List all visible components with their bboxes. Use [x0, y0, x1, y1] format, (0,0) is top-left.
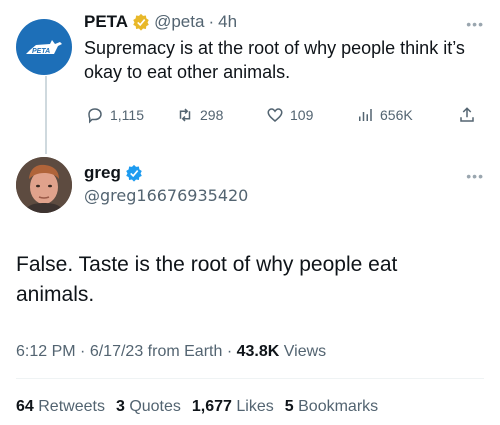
meta-separator: ·	[80, 343, 86, 360]
main-author-name-row: greg	[84, 162, 248, 184]
more-options-icon[interactable]: •••	[466, 16, 484, 32]
peta-logo-icon: PETA	[26, 40, 62, 55]
tweet-meta: 6:12 PM · 6/17/23 from Earth · 43.8K Vie…	[16, 343, 326, 361]
main-author-name[interactable]: greg	[84, 163, 121, 183]
peta-logo-text: PETA	[32, 48, 50, 55]
likes-label: Likes	[236, 398, 274, 415]
retweets-stat[interactable]: 64 Retweets	[16, 398, 105, 416]
main-more-options-icon[interactable]: •••	[466, 168, 484, 184]
peta-avatar[interactable]: PETA	[16, 19, 72, 75]
heart-icon	[267, 108, 283, 122]
bookmarks-stat[interactable]: 5 Bookmarks	[285, 398, 378, 416]
thread-connector-line	[45, 76, 47, 154]
views-button[interactable]: 656K	[356, 104, 413, 126]
tweet-date[interactable]: 6/17/23	[90, 343, 143, 360]
views-label: Views	[283, 343, 327, 360]
retweet-button[interactable]: 298	[176, 104, 223, 126]
header-separator: ·	[208, 12, 215, 31]
profile-photo-icon	[16, 157, 72, 213]
tweet-location: from Earth	[147, 343, 223, 360]
share-icon	[460, 107, 474, 122]
parent-tweet-header: PETA @peta · 4h	[84, 10, 484, 34]
quotes-count: 3	[115, 398, 125, 415]
main-tweet-text: False. Taste is the root of why people e…	[16, 253, 398, 306]
views-count: 43.8K	[236, 343, 280, 360]
divider	[16, 378, 484, 379]
parent-tweet-text: Supremacy is at the root of why people t…	[84, 38, 465, 82]
bookmarks-label: Bookmarks	[298, 398, 379, 415]
reply-count: 1,115	[110, 107, 144, 123]
blue-verified-badge-icon	[126, 164, 142, 182]
retweets-label: Retweets	[38, 398, 105, 415]
like-count: 109	[290, 107, 314, 123]
main-author-handle[interactable]: @greg16676935420	[84, 186, 248, 205]
main-tweet-author: greg @greg16676935420	[84, 162, 248, 205]
view-count: 656K	[380, 107, 413, 123]
parent-author-name[interactable]: PETA	[84, 12, 128, 32]
meta-separator: ·	[226, 343, 233, 360]
quotes-stat[interactable]: 3 Quotes	[116, 398, 181, 416]
parent-tweet-actions: 1,115 298 109 656K	[86, 104, 482, 126]
reply-button[interactable]: 1,115	[86, 104, 144, 126]
greg-avatar[interactable]	[16, 157, 72, 213]
parent-tweet: PETA @peta · 4h ••• Supremacy is at the …	[84, 10, 484, 84]
reply-icon	[88, 108, 102, 124]
likes-stat[interactable]: 1,677 Likes	[192, 398, 274, 416]
parent-author-handle[interactable]: @peta	[154, 12, 204, 32]
retweet-icon	[179, 108, 191, 122]
gold-verified-badge-icon	[133, 13, 149, 31]
quotes-label: Quotes	[129, 398, 181, 415]
engagement-stats: 64 Retweets 3 Quotes 1,677 Likes 5 Bookm…	[16, 398, 378, 416]
like-button[interactable]: 109	[266, 104, 313, 126]
retweets-count: 64	[16, 398, 34, 415]
parent-tweet-time[interactable]: 4h	[218, 12, 237, 32]
likes-count: 1,677	[191, 398, 232, 415]
views-chart-icon	[359, 109, 372, 121]
bookmarks-count: 5	[284, 398, 294, 415]
retweet-count: 298	[200, 107, 224, 123]
tweet-time[interactable]: 6:12 PM	[16, 343, 76, 360]
share-button[interactable]	[458, 104, 476, 126]
